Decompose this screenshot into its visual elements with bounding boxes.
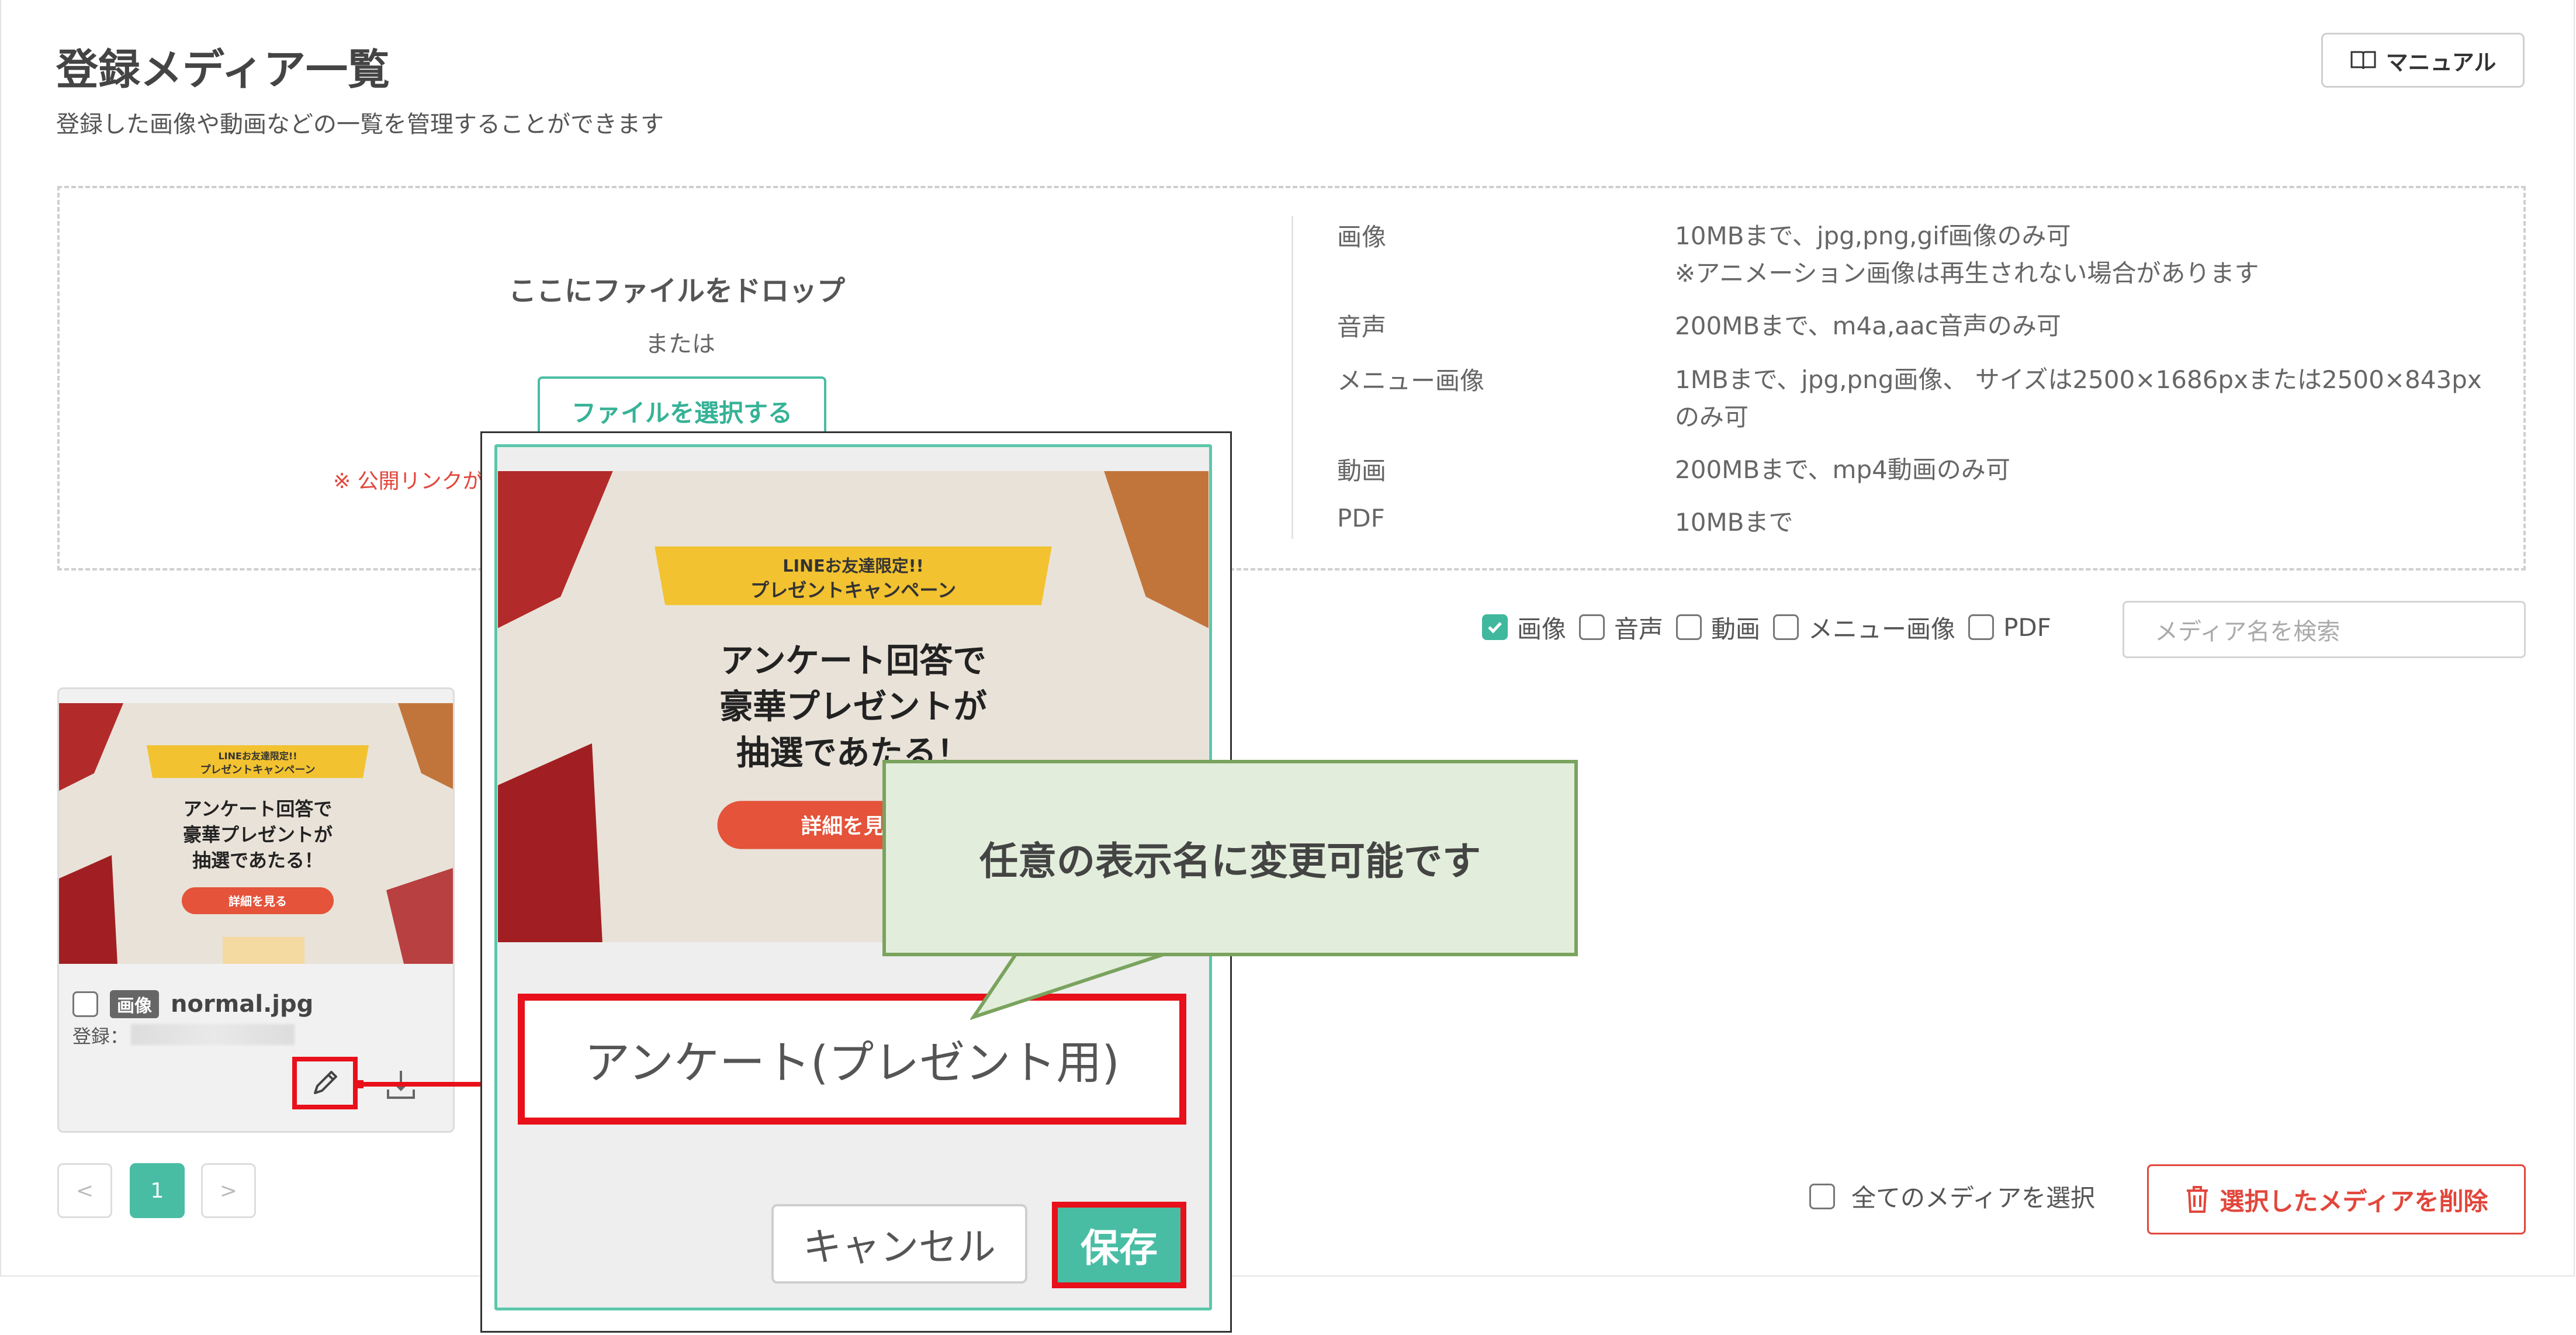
spec-value-audio: 200MBまで、m4a,aac音声のみ可	[1675, 312, 2061, 340]
filter-video[interactable]: 動画	[1676, 610, 1760, 645]
media-registered-label: 登録：	[72, 1025, 129, 1047]
thumb-button: 詳細を見る	[228, 894, 287, 908]
dropzone-or-text: または	[645, 331, 715, 358]
filter-video-label: 動画	[1711, 614, 1761, 644]
filter-audio[interactable]: 音声	[1579, 610, 1663, 645]
media-select-checkbox[interactable]	[72, 991, 98, 1017]
thumb-headline-1: アンケート回答で	[183, 798, 333, 820]
select-all-checkbox[interactable]	[1809, 1183, 1835, 1209]
filter-video-checkbox[interactable]	[1676, 614, 1702, 640]
public-link-notice: ※ 公開リンクが	[333, 469, 484, 493]
select-all-media[interactable]: 全てのメディアを選択	[1809, 1178, 2095, 1214]
trash-icon	[2187, 1186, 2208, 1213]
spec-value-image-2: ※アニメーション画像は再生されない場合があります	[1675, 259, 2259, 288]
delete-selected-button[interactable]: 選択したメディアを削除	[2147, 1164, 2526, 1234]
media-file-name: normal.jpg	[171, 991, 314, 1018]
pager-next[interactable]: >	[201, 1163, 256, 1218]
callout-note: 任意の表示名に変更可能です	[882, 760, 1578, 956]
page-subtitle: 登録した画像や動画などの一覧を管理することができます	[56, 111, 664, 138]
spec-label-menu-image: メニュー画像	[1337, 366, 1485, 395]
thumb-headline-3: 抽選であたる！	[192, 849, 323, 871]
media-thumbnail[interactable]: LINEお友達限定!! プレゼントキャンペーン アンケート回答で 豪華プレゼント…	[59, 703, 455, 978]
zoom-headline-2: 豪華プレゼントが	[719, 687, 987, 727]
manual-button[interactable]: マニュアル	[2321, 33, 2525, 88]
zoom-banner-bottom: プレゼントキャンペーン	[750, 579, 956, 601]
spec-value-video: 200MBまで、mp4動画のみ可	[1675, 455, 2010, 484]
filter-menu-image[interactable]: メニュー画像	[1773, 610, 1955, 645]
book-icon	[2350, 51, 2376, 70]
filter-menu-image-label: メニュー画像	[1808, 614, 1956, 644]
registered-date-blurred	[131, 1024, 295, 1045]
filter-image-label: 画像	[1517, 614, 1567, 644]
thumb-headline-2: 豪華プレゼントが	[183, 824, 333, 846]
spec-label-image: 画像	[1337, 223, 1387, 251]
spec-value-menu-image-1: 1MBまで、jpg,png画像、 サイズは2500×1686pxまたは2500×…	[1675, 365, 2482, 394]
cancel-button[interactable]: キャンセル	[771, 1204, 1027, 1284]
filter-audio-label: 音声	[1614, 614, 1664, 644]
spec-value-image-1: 10MBまで、jpg,png,gif画像のみ可	[1675, 222, 2071, 250]
manual-label: マニュアル	[2385, 49, 2497, 75]
spec-label-pdf: PDF	[1337, 504, 1385, 532]
divider	[1292, 216, 1293, 539]
filter-pdf-checkbox[interactable]	[1968, 614, 1995, 640]
delete-selected-label: 選択したメディアを削除	[2220, 1187, 2488, 1216]
thumb-banner-bottom: プレゼントキャンペーン	[200, 763, 315, 776]
page-title: 登録メディア一覧	[56, 45, 390, 94]
media-type-badge: 画像	[110, 990, 159, 1018]
spec-value-menu-image-2: のみ可	[1675, 403, 1749, 431]
pencil-icon	[314, 1071, 337, 1094]
pager-prev[interactable]: <	[57, 1163, 112, 1218]
callout-tail	[970, 952, 1169, 1021]
dropzone-title: ここにファイルをドロップ	[508, 275, 846, 307]
filter-audio-checkbox[interactable]	[1579, 614, 1605, 640]
edit-name-button[interactable]	[292, 1057, 358, 1109]
spec-value-pdf: 10MBまで	[1675, 508, 1793, 537]
pager-page-1[interactable]: 1	[130, 1163, 185, 1218]
type-filter-row: 画像 音声 動画 メニュー画像 PDF	[1482, 601, 2051, 653]
spec-label-audio: 音声	[1337, 313, 1387, 341]
thumb-banner-top: LINEお友達限定!!	[218, 750, 297, 762]
media-search-input[interactable]: メディア名を検索	[2123, 601, 2526, 658]
filter-pdf-label: PDF	[2003, 613, 2051, 642]
select-all-label: 全てのメディアを選択	[1851, 1184, 2096, 1212]
save-button[interactable]: 保存	[1052, 1202, 1186, 1288]
filter-image[interactable]: 画像	[1482, 610, 1566, 645]
zoom-headline-1: アンケート回答で	[720, 641, 986, 680]
spec-label-video: 動画	[1337, 456, 1387, 485]
filter-image-checkbox[interactable]	[1482, 614, 1508, 640]
media-card-meta: 画像 normal.jpg	[72, 990, 313, 1018]
filter-pdf[interactable]: PDF	[1968, 613, 2051, 642]
filter-menu-image-checkbox[interactable]	[1773, 614, 1799, 640]
check-icon	[1488, 622, 1502, 634]
zoom-banner-top: LINEお友達限定!!	[783, 556, 923, 576]
